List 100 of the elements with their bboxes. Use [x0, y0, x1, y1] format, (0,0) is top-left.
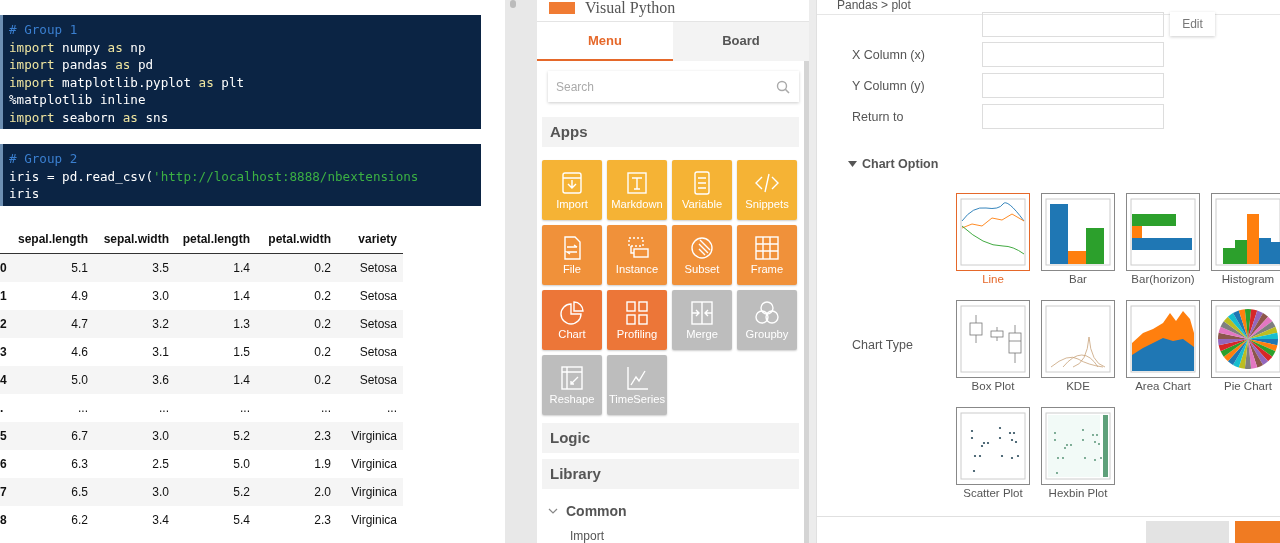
chart-option-toggle[interactable]: Chart Option — [848, 157, 1280, 171]
code-cell[interactable]: # Group 1 import numpy as np import pandas as pd import matplotlib.pyplot as plt %matplotlib inline import seaborn as sns — [0, 15, 481, 129]
table-cell: ... — [88, 393, 169, 422]
table-cell: ... — [169, 393, 250, 422]
section-header[interactable]: Library — [542, 459, 799, 489]
code-token: as — [122, 109, 138, 125]
table-cell: 5.0 — [169, 449, 250, 478]
table-cell: Virginica — [331, 449, 403, 478]
section-header[interactable]: Apps — [542, 117, 799, 147]
edit-button[interactable]: Edit — [1170, 12, 1215, 36]
logo-icon — [549, 2, 575, 15]
table-cell: 3.2 — [88, 309, 169, 338]
table-cell: 5.2 — [169, 477, 250, 506]
primary-button[interactable] — [1235, 521, 1280, 543]
section-header[interactable]: Logic — [542, 423, 799, 453]
table-cell: 2.3 — [250, 505, 331, 534]
circles-icon — [753, 300, 781, 326]
code-token: iris = pd.read_csv( — [9, 168, 154, 184]
table-cell: 0.2 — [250, 253, 331, 282]
squares-icon — [623, 300, 651, 326]
breadcrumb: Pandas > plot — [836, 0, 912, 14]
tab[interactable]: Board — [673, 21, 809, 61]
input-field[interactable] — [982, 42, 1164, 67]
column-header: petal.width — [250, 224, 331, 253]
code-token: pandas — [61, 57, 109, 72]
row-index: 7 — [0, 477, 8, 506]
table-cell: 4.6 — [8, 337, 88, 366]
table-cell: 3.0 — [88, 281, 169, 310]
row-index: 2 — [0, 309, 8, 338]
table-cell: Setosa — [331, 309, 403, 338]
table-cell: 6.7 — [8, 421, 88, 450]
code-cell[interactable]: # Group 2 iris = pd.read_csv('http://localhost:8888/nbextensions iris — [0, 144, 481, 206]
column-header: sepal.width — [88, 224, 169, 253]
table-cell: 2.5 — [88, 449, 169, 478]
table-cell: 5.0 — [8, 365, 88, 394]
line-chart-drawing — [958, 196, 1028, 268]
table-cell: 1.3 — [169, 309, 250, 338]
code-token: iris — [9, 186, 40, 201]
tree-group[interactable]: Common — [542, 495, 799, 519]
row-index: 4 — [0, 365, 8, 394]
tree-item[interactable]: Import — [542, 519, 799, 543]
column-header: sepal.length — [8, 224, 88, 253]
secondary-button[interactable] — [1146, 521, 1229, 543]
code-token: 'http://localhost:8888/nbextensions — [153, 168, 419, 184]
code-token: seaborn — [61, 109, 117, 125]
grid-icon — [753, 235, 781, 261]
code-token: numpy — [61, 39, 101, 55]
search-field[interactable]: Search — [548, 71, 799, 102]
code-token: plt — [220, 74, 245, 90]
striped-circle-icon — [688, 235, 716, 261]
table-cell: 1.4 — [169, 281, 250, 310]
input-field[interactable] — [982, 104, 1164, 129]
table-cell: Setosa — [331, 281, 403, 310]
code-token: %matplotlib inline — [9, 92, 146, 107]
table-cell: Setosa — [331, 253, 403, 282]
field-label: Chart Type — [852, 338, 914, 352]
column-header: variety — [331, 224, 403, 253]
table-cell: 1.9 — [250, 449, 331, 478]
table-cell: 3.4 — [88, 505, 169, 534]
code-token: import — [9, 74, 55, 90]
code-token: import — [9, 39, 55, 55]
table-cell: Virginica — [331, 505, 403, 534]
hexbin-plot-drawing — [1043, 410, 1113, 482]
triangle-icon — [848, 160, 857, 168]
table-cell: 3.0 — [88, 477, 169, 506]
code-token: as — [115, 57, 131, 72]
code-token: pd — [136, 57, 154, 72]
row-index: 8 — [0, 505, 8, 534]
field-label: X Column (x) — [852, 47, 926, 62]
row-index: 1 — [0, 281, 8, 310]
table-cell: 3.6 — [88, 365, 169, 394]
table-cell: 5.2 — [169, 421, 250, 450]
table-cell: Setosa — [331, 365, 403, 394]
code-token: as — [107, 39, 123, 55]
pie-chart-icon — [558, 300, 586, 326]
scrollbar[interactable] — [510, 0, 516, 8]
table-cell: 4.7 — [8, 309, 88, 338]
code-token: # Group 1 — [9, 22, 78, 37]
code-token: matplotlib.pyplot — [61, 74, 192, 90]
scatter-plot-drawing — [958, 410, 1028, 482]
field-label: Return to — [852, 109, 905, 124]
density-plot-drawing — [1043, 303, 1113, 375]
table-cell: 0.2 — [250, 365, 331, 394]
row-index: 3 — [0, 337, 8, 366]
table-cell: ... — [250, 393, 331, 422]
input-field[interactable] — [982, 73, 1164, 98]
code-token: # Group 2 — [9, 151, 78, 166]
table-cell: Setosa — [331, 337, 403, 366]
field-label: Y Column (y) — [852, 78, 926, 93]
table-cell: 3.1 — [88, 337, 169, 366]
table-cell: 6.3 — [8, 449, 88, 478]
row-index: 0 — [0, 253, 8, 282]
area-chart-drawing — [1128, 303, 1198, 375]
table-cell: 1.4 — [169, 365, 250, 394]
search-icon — [776, 80, 790, 94]
code-token: sns — [144, 109, 169, 125]
table-cell: 1.5 — [169, 337, 250, 366]
input-field[interactable] — [982, 11, 1164, 37]
bar-chart-drawing — [1043, 196, 1113, 268]
table-cell: 6.2 — [8, 505, 88, 534]
